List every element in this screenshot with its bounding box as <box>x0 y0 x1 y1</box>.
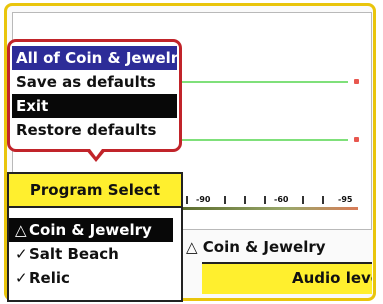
menu-pointer-inner <box>90 149 102 157</box>
scale-label: -60 <box>274 195 289 204</box>
program-item-salt-beach[interactable]: ✓Salt Beach <box>9 242 181 266</box>
menu-item-all-of-coin-jewelry[interactable]: All of Coin & Jewelry <box>12 46 177 70</box>
scale-label: -95 <box>338 195 353 204</box>
program-select-panel: Program Select △ Coin & Jewelry ✓Salt Bea… <box>7 172 183 302</box>
marker-dot <box>354 137 359 142</box>
scale-tick <box>302 196 304 204</box>
scale-label: -90 <box>196 195 211 204</box>
check-icon: ✓ <box>15 245 28 263</box>
scale-tick <box>322 196 324 204</box>
audio-level-bar[interactable]: Audio leve <box>202 262 372 294</box>
menu-item-restore-defaults[interactable]: Restore defaults <box>12 118 177 142</box>
check-icon: ✓ <box>15 269 28 287</box>
program-item-coin-jewelry[interactable]: △ Coin & Jewelry <box>9 218 173 242</box>
menu-item-exit[interactable]: Exit <box>12 94 177 118</box>
current-mode-label: △ Coin & Jewelry <box>186 238 326 256</box>
scale-tick <box>186 196 188 204</box>
audio-level-label: Audio leve <box>292 269 372 287</box>
program-context-menu: All of Coin & Jewelry Save as defaults E… <box>7 39 182 152</box>
program-item-label: Relic <box>29 269 70 287</box>
discrimination-scale: -90 -60 -95 <box>180 194 358 210</box>
marker-dot <box>354 79 359 84</box>
program-item-relic[interactable]: ✓Relic <box>9 266 181 290</box>
program-list: △ Coin & Jewelry ✓Salt Beach ✓Relic <box>9 208 181 290</box>
program-item-label: Salt Beach <box>29 245 119 263</box>
current-program-icon: △ <box>15 221 27 239</box>
menu-item-save-as-defaults[interactable]: Save as defaults <box>12 70 177 94</box>
program-select-title: Program Select <box>9 174 181 208</box>
scale-tick <box>244 196 246 204</box>
scale-tick <box>264 196 266 204</box>
program-item-label: Coin & Jewelry <box>29 221 152 239</box>
scale-bar <box>180 207 358 210</box>
scale-tick <box>224 196 226 204</box>
